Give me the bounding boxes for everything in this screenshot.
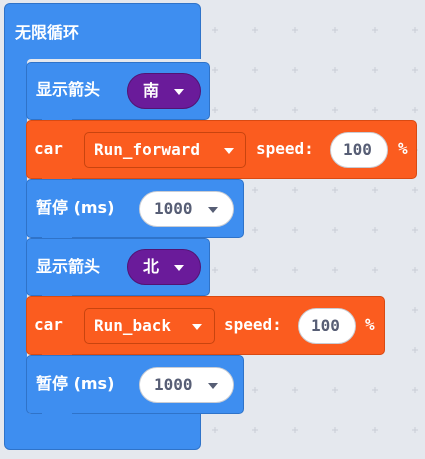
run-action-value: Run_back xyxy=(94,316,172,335)
pause-block[interactable]: 暂停 (ms) 1000 xyxy=(26,355,244,414)
chevron-down-icon xyxy=(174,89,184,95)
arrow-direction-value: 南 xyxy=(143,81,160,100)
show-arrow-block[interactable]: 显示箭头 南 xyxy=(26,62,210,120)
speed-input[interactable]: 100 xyxy=(330,132,388,168)
car-label: car xyxy=(34,139,63,158)
pause-duration-dropdown[interactable]: 1000 xyxy=(139,191,234,227)
chevron-down-icon xyxy=(224,148,234,154)
chevron-down-icon xyxy=(192,324,202,330)
speed-label: speed: xyxy=(224,315,282,334)
speed-input[interactable]: 100 xyxy=(298,308,356,344)
chevron-down-icon xyxy=(208,207,218,213)
connector-notch xyxy=(42,413,72,419)
car-label: car xyxy=(34,315,63,334)
show-arrow-label: 显示箭头 xyxy=(36,80,101,99)
pause-duration-value: 1000 xyxy=(154,199,193,218)
percent-label: % xyxy=(365,315,375,334)
pause-block[interactable]: 暂停 (ms) 1000 xyxy=(26,179,244,238)
pause-label: 暂停 (ms) xyxy=(36,374,115,393)
arrow-direction-value: 北 xyxy=(143,257,160,276)
percent-label: % xyxy=(398,139,408,158)
speed-value: 100 xyxy=(311,316,340,335)
chevron-down-icon xyxy=(208,383,218,389)
arrow-direction-dropdown[interactable]: 南 xyxy=(127,73,201,109)
run-action-dropdown[interactable]: Run_forward xyxy=(84,132,246,168)
forever-label: 无限循环 xyxy=(15,23,80,42)
show-arrow-label: 显示箭头 xyxy=(36,257,101,276)
pause-duration-dropdown[interactable]: 1000 xyxy=(139,367,234,403)
speed-value: 100 xyxy=(343,140,372,159)
pause-label: 暂停 (ms) xyxy=(36,198,115,217)
pause-duration-value: 1000 xyxy=(154,375,193,394)
speed-label: speed: xyxy=(256,139,314,158)
car-run-block[interactable]: car Run_forward speed: 100 % xyxy=(26,120,417,179)
chevron-down-icon xyxy=(174,265,184,271)
run-action-value: Run_forward xyxy=(94,140,200,159)
run-action-dropdown[interactable]: Run_back xyxy=(84,308,215,344)
arrow-direction-dropdown[interactable]: 北 xyxy=(127,249,201,285)
show-arrow-block[interactable]: 显示箭头 北 xyxy=(26,238,210,296)
car-run-block[interactable]: car Run_back speed: 100 % xyxy=(26,296,385,355)
